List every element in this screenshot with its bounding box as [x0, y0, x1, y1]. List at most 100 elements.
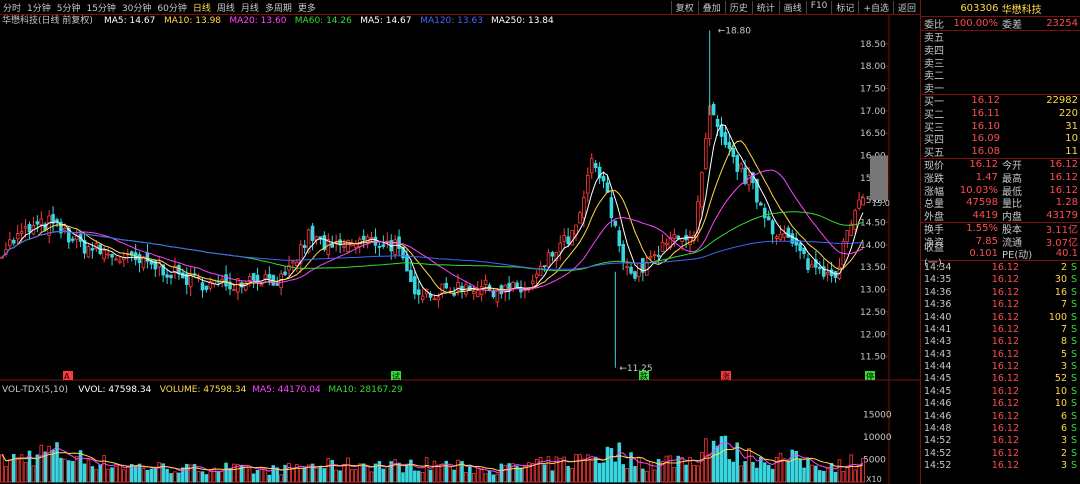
volume-bar [369, 471, 374, 483]
candle-body [778, 233, 783, 240]
tool-button-1[interactable]: 叠加 [697, 0, 725, 14]
volume-bar [74, 456, 79, 483]
tick-volume: 52 [1054, 373, 1067, 385]
tool-button-7[interactable]: +自选 [858, 0, 893, 14]
tool-button-5[interactable]: F10 [805, 0, 832, 14]
timeframe-tabs: 分时 1分钟 5分钟 15分钟 30分钟 60分钟 日线 周线 月线 多周期 更多 [0, 1, 319, 14]
tab-timeframe-9[interactable]: 多周期 [262, 1, 295, 14]
volume-bar [507, 463, 511, 483]
tick-price: 16.12 [991, 361, 1019, 373]
tab-timeframe-3[interactable]: 15分钟 [83, 1, 118, 14]
candle-body [621, 243, 625, 263]
candle-body [495, 290, 500, 303]
stock-header: 603306 华懋科技 [921, 0, 1080, 17]
volume-bar [330, 459, 335, 483]
tool-button-8[interactable]: 返回 [892, 0, 920, 14]
tab-timeframe-10[interactable]: 更多 [295, 1, 319, 14]
legend-item-1: MA10: 13.98 [164, 16, 221, 26]
volume-bar [731, 461, 736, 483]
volume-bar [727, 459, 732, 483]
candle-body [381, 244, 386, 247]
volume-bar [157, 462, 162, 483]
volume-bar [672, 467, 677, 483]
volume-bar [743, 461, 747, 483]
volume-bar [216, 470, 220, 483]
tab-timeframe-8[interactable]: 月线 [238, 1, 262, 14]
price-tick-label: 12.50 [860, 308, 886, 318]
volume-bar [424, 457, 429, 483]
fund-value: 0.101 [969, 248, 998, 260]
tool-button-3[interactable]: 统计 [751, 0, 779, 14]
tool-button-0[interactable]: 复权 [670, 0, 698, 14]
candle-body [806, 258, 810, 270]
candle-body [770, 220, 775, 235]
tick-time: 14:44 [924, 361, 952, 373]
tick-row: 14:46 16.12 10 S [921, 398, 1080, 410]
candle-body [220, 278, 224, 282]
candle-body [275, 283, 279, 286]
volume-bar [420, 472, 425, 483]
volume-bar [4, 466, 8, 483]
fund-value: 7.85 [975, 235, 998, 247]
tool-button-4[interactable]: 画线 [778, 0, 806, 14]
tab-timeframe-5[interactable]: 60分钟 [154, 1, 189, 14]
tick-direction: S [1070, 460, 1078, 472]
volume-bar [299, 467, 303, 483]
tick-time: 14:48 [924, 423, 952, 435]
volume-bar [818, 470, 822, 483]
candle-body [762, 207, 767, 219]
volume-bar [122, 469, 126, 483]
tick-volume: 100 [1048, 311, 1067, 323]
volume-bar [503, 464, 508, 483]
candle-body [711, 104, 716, 116]
volume-bar [790, 449, 795, 483]
volume-bar [601, 462, 606, 483]
quote-value: 4419 [972, 209, 998, 221]
volume-tick-label: 15000 [863, 411, 892, 421]
candle-body [613, 220, 618, 227]
tick-volume: 30 [1054, 274, 1067, 286]
tick-row: 14:52 16.12 2 S [921, 447, 1080, 459]
volume-bar [814, 465, 818, 483]
volume-bar [177, 472, 181, 483]
weibi-value: 100.00% [953, 17, 999, 29]
candle-body [511, 281, 515, 289]
tab-timeframe-6[interactable]: 日线 [190, 1, 214, 14]
volume-bar [621, 464, 625, 483]
legend-item-5: MA120: 13.63 [420, 16, 483, 26]
tick-direction: S [1070, 447, 1078, 459]
candle-body [538, 265, 543, 277]
tab-timeframe-4[interactable]: 30分钟 [119, 1, 154, 14]
tick-price: 16.12 [991, 398, 1019, 410]
candle-body [90, 248, 95, 251]
volume-bar [102, 455, 106, 483]
tab-timeframe-0[interactable]: 分时 [0, 1, 24, 14]
volume-bar [472, 472, 476, 483]
ask-list: 卖五 卖四 卖三 卖二 卖一 [921, 31, 1080, 95]
tick-row: 14:34 16.12 2 S [921, 261, 1080, 273]
candle-body [342, 245, 346, 248]
fund-row-2: 收益(一) 0.101 PE(动) 40.1 [921, 243, 1080, 269]
tab-timeframe-2[interactable]: 5分钟 [54, 1, 84, 14]
candle-body [440, 283, 445, 294]
volume-bar [751, 461, 755, 483]
volume-bar [766, 464, 771, 483]
bids-volume: 220 [1058, 107, 1078, 119]
candle-body [255, 274, 260, 282]
candle-body [790, 233, 795, 244]
tool-buttons: 复权 叠加 历史 统计 画线 F10 标记 +自选 返回 [670, 0, 920, 14]
volume-bar [275, 467, 279, 483]
tick-list[interactable]: 14:34 16.12 2 S 14:35 16.12 30 S 14:36 16.12 16 S 14… [921, 261, 1080, 472]
tool-button-6[interactable]: 标记 [831, 0, 858, 14]
bids-price: 16.08 [971, 145, 1000, 157]
kline-chart[interactable]: 华懋科技(日线 前复权) MA5: 14.67 MA10: 13.98 MA20: 1… [0, 14, 920, 484]
volume-bar [440, 465, 445, 483]
candle-body [586, 175, 590, 194]
tick-price: 16.12 [991, 410, 1019, 422]
tick-volume: 10 [1054, 385, 1067, 397]
tool-button-2[interactable]: 历史 [724, 0, 752, 14]
volume-bar [570, 468, 574, 483]
tab-timeframe-7[interactable]: 周线 [214, 1, 238, 14]
tick-direction: S [1070, 323, 1078, 335]
tab-timeframe-1[interactable]: 1分钟 [24, 1, 54, 14]
